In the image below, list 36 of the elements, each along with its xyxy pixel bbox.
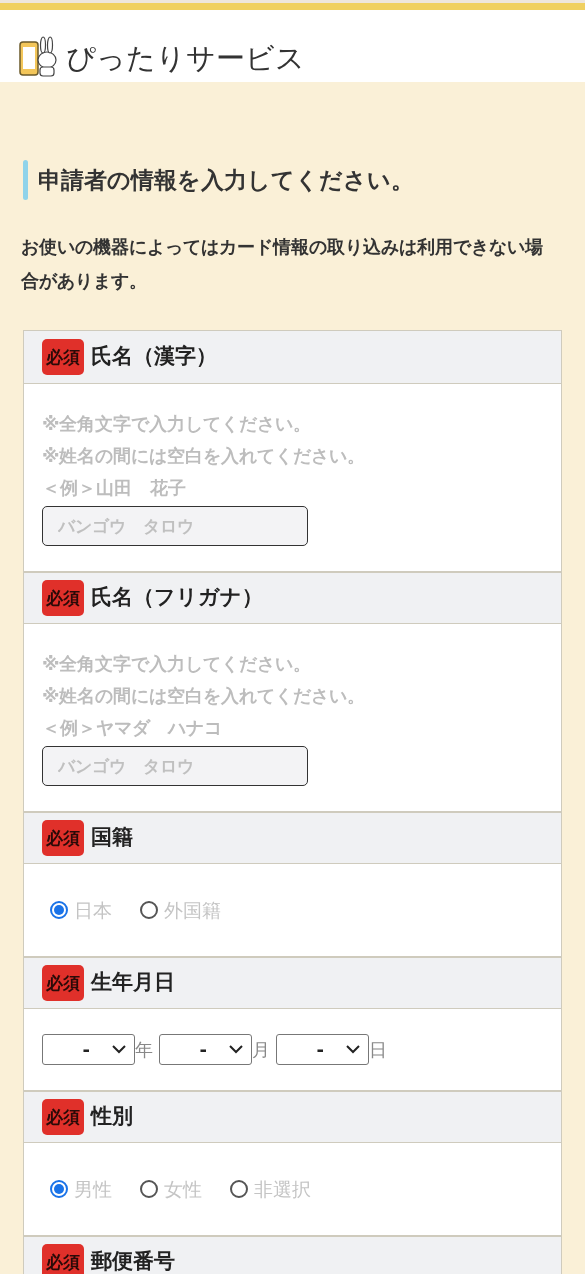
site-title: ぴったりサービス [66, 40, 305, 77]
unit-label: 月 [252, 1038, 270, 1062]
select-dropdown[interactable]: - [42, 1034, 135, 1065]
hint-text: ＜例＞ヤマダ ハナコ [42, 716, 223, 740]
select-dropdown[interactable]: - [276, 1034, 369, 1065]
required-badge: 必須 [42, 820, 84, 856]
required-badge: 必須 [42, 339, 84, 375]
hint-text: ＜例＞山田 花子 [42, 476, 187, 500]
field-label: 生年月日 [91, 969, 175, 997]
hint-text: ※全角文字で入力してください。 [42, 652, 313, 676]
notice-text: お使いの機器によってはカード情報の取り込みは利用できない場合があります。 [21, 235, 544, 293]
radio-option[interactable]: 日本 [50, 895, 112, 925]
field-label: 郵便番号 [91, 1248, 175, 1274]
page-heading: 申請者の情報を入力してください。 [38, 165, 414, 195]
unit-label: 年 [135, 1038, 153, 1062]
hint-text: ※姓名の間には空白を入れてください。 [42, 684, 367, 708]
chevron-down-icon [346, 1045, 360, 1054]
field-label: 氏名（フリガナ） [91, 584, 263, 612]
radio-option[interactable]: 外国籍 [140, 895, 221, 925]
field-label: 氏名（漢字） [91, 343, 217, 371]
field-label: 性別 [91, 1103, 133, 1131]
phone-rabbit-logo-icon [18, 36, 60, 78]
select-dropdown[interactable]: - [159, 1034, 252, 1065]
required-badge: 必須 [42, 1244, 84, 1274]
radio-option[interactable]: 非選択 [230, 1174, 311, 1204]
required-badge: 必須 [42, 580, 84, 616]
radio-option[interactable]: 男性 [50, 1174, 112, 1204]
chevron-down-icon [229, 1045, 243, 1054]
unit-label: 日 [369, 1038, 387, 1062]
field-label: 国籍 [91, 824, 133, 852]
chevron-down-icon [112, 1045, 126, 1054]
hint-text: ※全角文字で入力してください。 [42, 412, 313, 436]
radio-option[interactable]: 女性 [140, 1174, 202, 1204]
required-badge: 必須 [42, 965, 84, 1001]
hint-text: ※姓名の間には空白を入れてください。 [42, 444, 367, 468]
required-badge: 必須 [42, 1099, 84, 1135]
